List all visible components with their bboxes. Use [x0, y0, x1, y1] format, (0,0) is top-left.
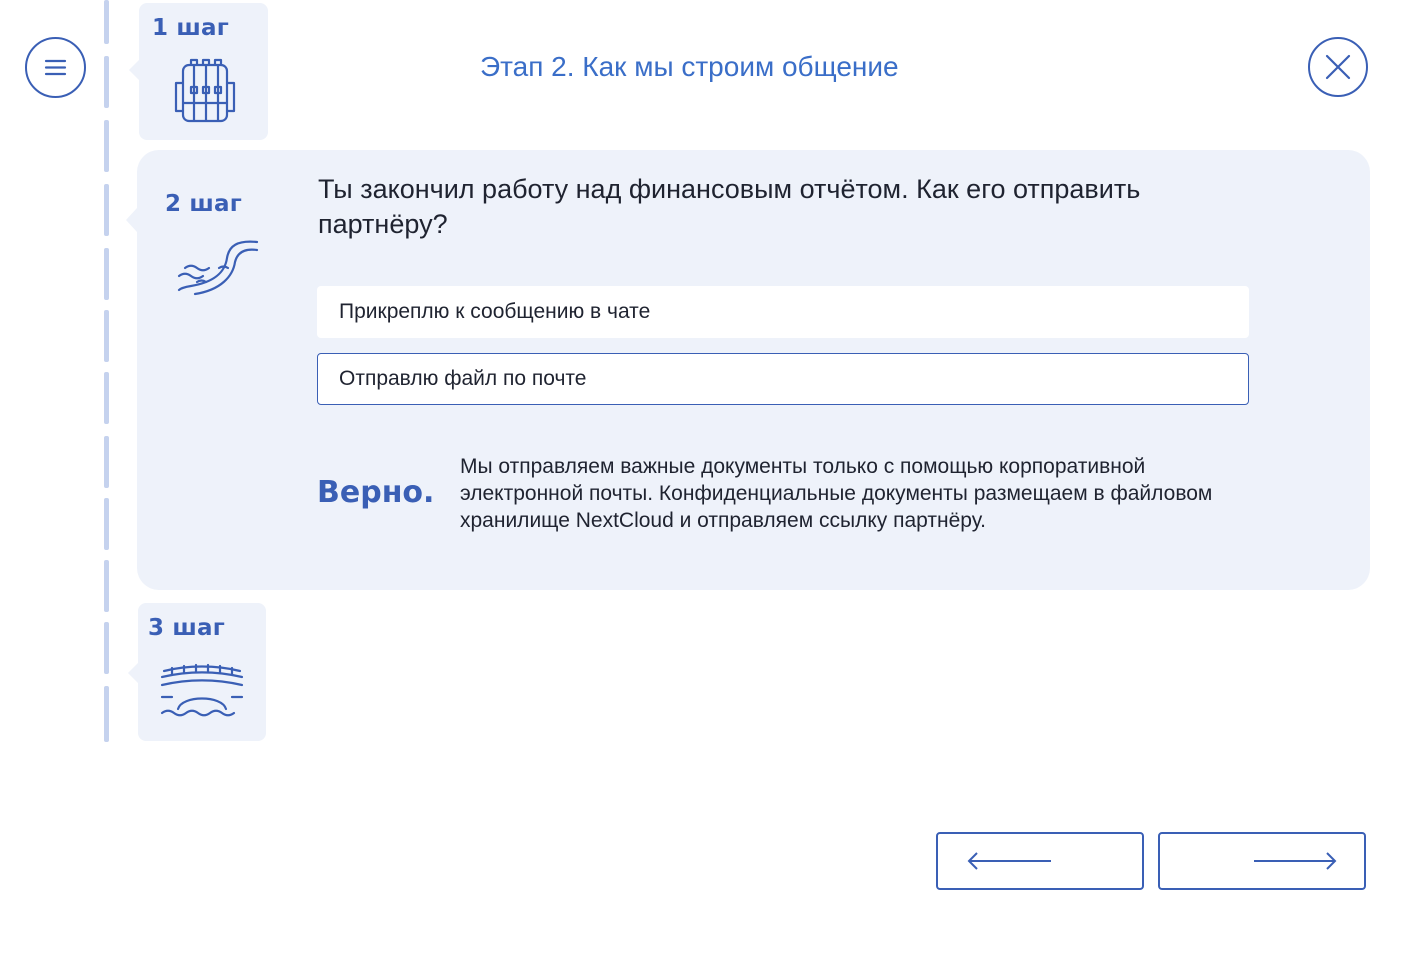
step-1-label: 1 шаг — [152, 15, 229, 41]
feedback-verdict: Верно. — [317, 475, 435, 510]
bridge-icon — [160, 663, 244, 717]
arrow-left-icon — [967, 852, 1051, 870]
prev-button[interactable] — [936, 832, 1144, 890]
close-icon — [1325, 54, 1351, 80]
menu-button[interactable] — [25, 37, 86, 98]
step-3-label: 3 шаг — [148, 615, 225, 641]
feedback-explanation: Мы отправляем важные документы только с … — [460, 455, 1213, 532]
answer-option[interactable]: Прикреплю к сообщению в чате — [317, 286, 1249, 338]
step-2-label: 2 шаг — [165, 191, 242, 217]
next-button[interactable] — [1158, 832, 1366, 890]
answer-option-selected[interactable]: Отправлю файл по почте — [317, 353, 1249, 405]
page-title: Этап 2. Как мы строим общение — [480, 51, 899, 82]
river-icon — [177, 240, 259, 296]
menu-icon — [44, 59, 67, 76]
progress-timeline — [104, 0, 109, 742]
backpack-icon — [174, 58, 236, 123]
step-3-card[interactable]: 3 шаг — [128, 603, 266, 741]
arrow-right-icon — [1254, 852, 1337, 870]
question-text: Ты закончил работу над финансовым отчёто… — [318, 174, 1141, 239]
step-1-card[interactable]: 1 шаг — [129, 3, 268, 140]
close-button[interactable] — [1308, 37, 1368, 97]
